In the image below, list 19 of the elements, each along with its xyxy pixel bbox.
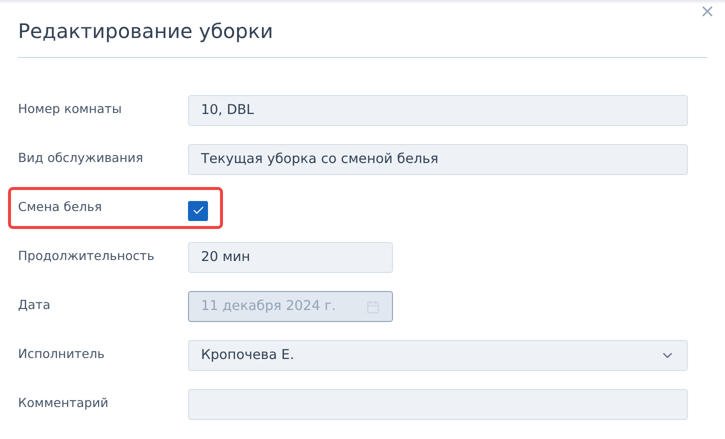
field-label: Исполнитель bbox=[18, 345, 106, 364]
checkbox[interactable] bbox=[188, 200, 208, 220]
field-label: Продолжительность bbox=[18, 247, 156, 266]
field-value: Кропочева Е. bbox=[201, 346, 294, 366]
calendar-icon bbox=[366, 300, 380, 314]
field-label: Комментарий bbox=[18, 394, 110, 412]
field-value: 10, DBL bbox=[201, 101, 254, 120]
input-field[interactable]: Текущая уборка со сменой белья bbox=[188, 144, 688, 175]
field-label: Вид обслуживания bbox=[18, 149, 144, 168]
input-field[interactable]: 10, DBL bbox=[188, 95, 688, 126]
field-value: Текущая уборка со сменой белья bbox=[201, 150, 438, 170]
field-label: Смена белья bbox=[18, 198, 103, 216]
input-field[interactable] bbox=[188, 389, 688, 420]
field-label: Дата bbox=[18, 296, 52, 314]
field-value: 11 декабря 2024 г. bbox=[201, 297, 336, 316]
field-label: Номер комнаты bbox=[18, 100, 123, 118]
dropdown[interactable]: Кропочева Е. bbox=[188, 340, 688, 371]
field-value: 20 мин bbox=[201, 248, 250, 268]
input-field[interactable]: 20 мин bbox=[188, 242, 393, 273]
